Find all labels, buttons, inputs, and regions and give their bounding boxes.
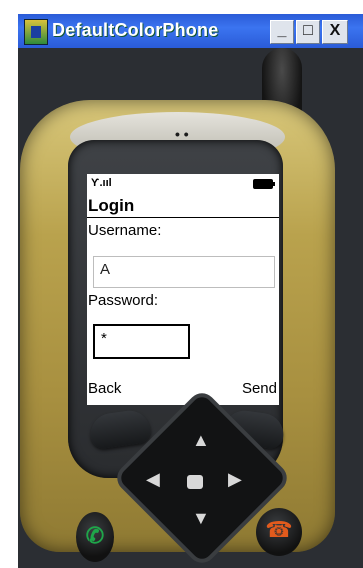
password-label: Password: xyxy=(88,292,159,309)
phone-screen: Ƴ.ııl Login Username: A Password: * Back… xyxy=(87,174,279,405)
username-input[interactable]: A xyxy=(93,256,275,288)
screen-title: Login xyxy=(88,196,135,215)
window-title: DefaultColorPhone xyxy=(52,20,219,40)
left-arrow-icon[interactable]: ◀ xyxy=(146,469,160,490)
call-icon: ✆ xyxy=(85,523,105,548)
signal-icon: Ƴ.ııl xyxy=(91,177,112,189)
back-softkey-label[interactable]: Back xyxy=(88,380,121,397)
maximize-button[interactable]: □ xyxy=(296,20,320,44)
title-bar[interactable]: DefaultColorPhone _ □ X xyxy=(18,14,363,48)
password-input[interactable]: * xyxy=(93,324,190,359)
end-call-icon: ☎ xyxy=(265,517,293,542)
up-arrow-icon[interactable]: ▲ xyxy=(192,430,210,451)
call-button[interactable]: ✆ xyxy=(76,512,114,562)
username-label: Username: xyxy=(88,222,162,239)
status-bar: Ƴ.ııl xyxy=(87,174,279,194)
battery-icon xyxy=(253,179,275,189)
right-arrow-icon[interactable]: ▶ xyxy=(228,469,242,490)
select-key[interactable] xyxy=(187,475,203,489)
app-icon xyxy=(24,19,48,45)
down-arrow-icon[interactable]: ▼ xyxy=(192,508,210,529)
title-divider xyxy=(87,217,279,218)
send-softkey-label[interactable]: Send xyxy=(242,380,277,397)
end-call-button[interactable]: ☎ xyxy=(256,508,302,556)
close-button[interactable]: X xyxy=(322,20,348,44)
minimize-button[interactable]: _ xyxy=(270,20,294,44)
